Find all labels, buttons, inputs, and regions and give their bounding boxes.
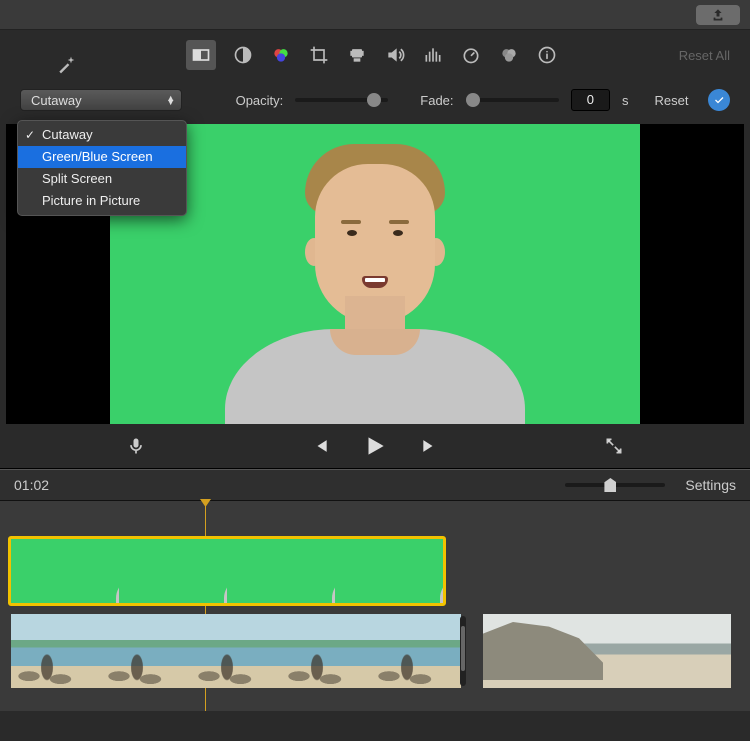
titlebar: [0, 0, 750, 30]
overlay-mode-option[interactable]: Split Screen: [18, 168, 186, 190]
stabilize-icon[interactable]: [346, 44, 368, 66]
fullscreen-icon[interactable]: [604, 436, 624, 456]
color-balance-icon[interactable]: [232, 44, 254, 66]
preview-frame: [110, 124, 640, 424]
effects-icon[interactable]: [498, 44, 520, 66]
seconds-unit: s: [622, 93, 629, 108]
volume-icon[interactable]: [384, 44, 406, 66]
clip-thumb-beach: [371, 614, 461, 688]
clip-upper-selected[interactable]: [8, 536, 446, 606]
speed-icon[interactable]: [460, 44, 482, 66]
eq-icon[interactable]: [422, 44, 444, 66]
clip-thumb-beach: [101, 614, 191, 688]
next-button[interactable]: [420, 436, 440, 456]
clip-thumb-beach: [281, 614, 371, 688]
crop-icon[interactable]: [308, 44, 330, 66]
timeline-ruler[interactable]: [0, 511, 750, 531]
play-button[interactable]: [362, 433, 388, 459]
zoom-slider[interactable]: [565, 483, 665, 487]
overlay-icon[interactable]: [186, 40, 216, 70]
overlay-mode-menu[interactable]: ✓ Cutaway Green/Blue Screen Split Screen Pic…: [17, 120, 187, 216]
color-wheel-icon[interactable]: [270, 44, 292, 66]
microphone-icon[interactable]: [126, 436, 146, 456]
fade-slider[interactable]: [466, 98, 559, 102]
fade-seconds-field[interactable]: 0: [571, 89, 610, 111]
apply-check-button[interactable]: [708, 89, 730, 111]
checkmark-icon: [713, 94, 725, 106]
fade-label: Fade:: [420, 93, 453, 108]
wand-icon[interactable]: [55, 54, 77, 76]
reset-button[interactable]: Reset: [654, 93, 688, 108]
prev-button[interactable]: [310, 436, 330, 456]
clip-media[interactable]: [480, 611, 734, 691]
settings-button[interactable]: Settings: [685, 477, 736, 493]
inspector-toolbar: Reset All: [0, 30, 750, 80]
clip-lower[interactable]: [8, 611, 464, 691]
clip-thumb-coast: [483, 614, 731, 688]
clip-thumb-greenscreen: [119, 539, 227, 603]
overlay-mode-dropdown[interactable]: Cutaway ▲▼: [20, 89, 182, 111]
option-label: Split Screen: [42, 171, 112, 186]
playback-bar: [0, 424, 750, 468]
option-label: Cutaway: [42, 127, 93, 142]
overlay-mode-option[interactable]: Picture in Picture: [18, 190, 186, 212]
overlay-mode-option[interactable]: Green/Blue Screen: [18, 146, 186, 168]
overlay-mode-option[interactable]: ✓ Cutaway: [18, 124, 186, 146]
share-button[interactable]: [696, 5, 740, 25]
checkmark-icon: ✓: [25, 126, 35, 144]
reset-all-button[interactable]: Reset All: [679, 48, 730, 63]
chevron-updown-icon: ▲▼: [166, 96, 175, 104]
opacity-slider[interactable]: [295, 98, 388, 102]
timeline-header: 01:02 Settings: [0, 469, 750, 501]
clip-scrollbar[interactable]: [460, 616, 466, 686]
option-label: Picture in Picture: [42, 193, 140, 208]
info-icon[interactable]: [536, 44, 558, 66]
timecode: 01:02: [14, 477, 49, 493]
clip-thumb-beach: [191, 614, 281, 688]
clip-thumb-greenscreen: [227, 539, 335, 603]
share-icon: [711, 8, 725, 22]
preview-person: [225, 329, 525, 424]
overlay-adjust-row: Cutaway ▲▼ Opacity: Fade: 0 s Reset: [0, 80, 750, 120]
clip-thumb-greenscreen: [335, 539, 443, 603]
dropdown-selected-label: Cutaway: [31, 93, 82, 108]
timeline[interactable]: [0, 501, 750, 711]
opacity-label: Opacity:: [236, 93, 284, 108]
clip-thumb-greenscreen: [11, 539, 119, 603]
option-label: Green/Blue Screen: [42, 149, 153, 164]
clip-thumb-beach: [11, 614, 101, 688]
